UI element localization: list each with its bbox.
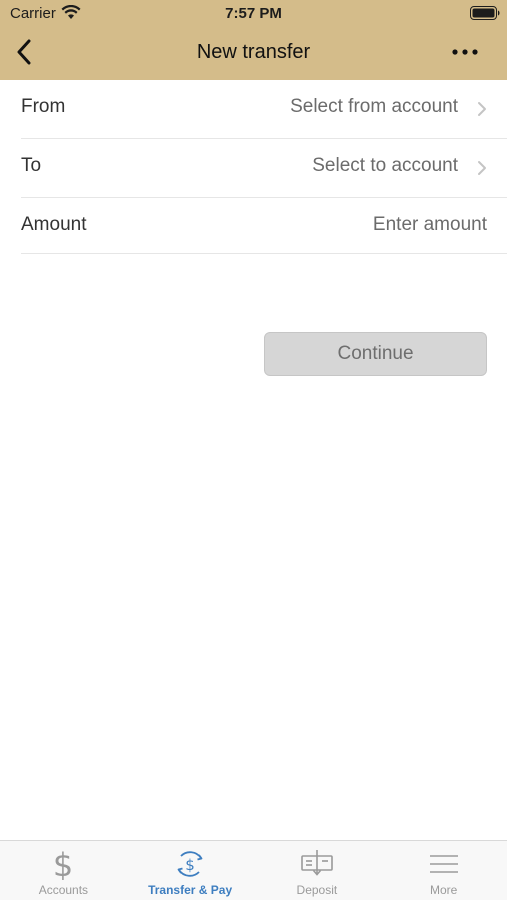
chevron-right-icon [478, 161, 486, 175]
tab-label: More [429, 883, 458, 897]
tab-bar: $ Accounts $ Transfer & Pay Deposit More [0, 840, 507, 900]
to-account-row[interactable]: To Select to account [21, 139, 507, 198]
ellipsis-icon [452, 49, 478, 55]
to-account-selector[interactable]: Select to account [312, 155, 458, 177]
header: Carrier 7:57 PM New transfer [0, 0, 507, 80]
dollar-icon: $ [46, 847, 80, 881]
clock: 7:57 PM [225, 5, 282, 22]
tab-label: Transfer & Pay [148, 883, 233, 897]
continue-button[interactable]: Continue [264, 332, 487, 376]
tab-accounts[interactable]: $ Accounts [0, 841, 127, 900]
amount-label: Amount [21, 214, 87, 235]
transfer-dollar-icon: $ [173, 847, 207, 881]
new-transfer-screen: Carrier 7:57 PM New transfer From Select… [0, 0, 507, 900]
check-deposit-icon [300, 847, 334, 881]
to-label: To [21, 155, 42, 176]
more-options-button[interactable] [447, 38, 483, 66]
battery-icon [470, 6, 500, 20]
from-account-row[interactable]: From Select from account [21, 80, 507, 139]
svg-text:$: $ [53, 848, 73, 880]
back-button[interactable] [8, 36, 40, 68]
tab-transfer-pay[interactable]: $ Transfer & Pay [127, 841, 254, 900]
amount-input[interactable]: Enter amount [373, 214, 487, 236]
chevron-left-icon [17, 39, 31, 65]
svg-text:$: $ [185, 856, 195, 874]
tab-label: Deposit [296, 883, 338, 897]
transfer-form: From Select from account To Select to ac… [0, 80, 507, 254]
amount-row[interactable]: Amount Enter amount [21, 198, 507, 254]
from-label: From [21, 96, 66, 117]
page-title: New transfer [196, 41, 311, 63]
tab-deposit[interactable]: Deposit [254, 841, 381, 900]
hamburger-icon [427, 847, 461, 881]
status-bar: Carrier 7:57 PM [0, 0, 507, 28]
chevron-right-icon [478, 102, 486, 116]
tab-more[interactable]: More [380, 841, 507, 900]
nav-bar: New transfer [0, 28, 507, 80]
from-account-selector[interactable]: Select from account [290, 96, 458, 118]
tab-label: Accounts [38, 883, 89, 897]
